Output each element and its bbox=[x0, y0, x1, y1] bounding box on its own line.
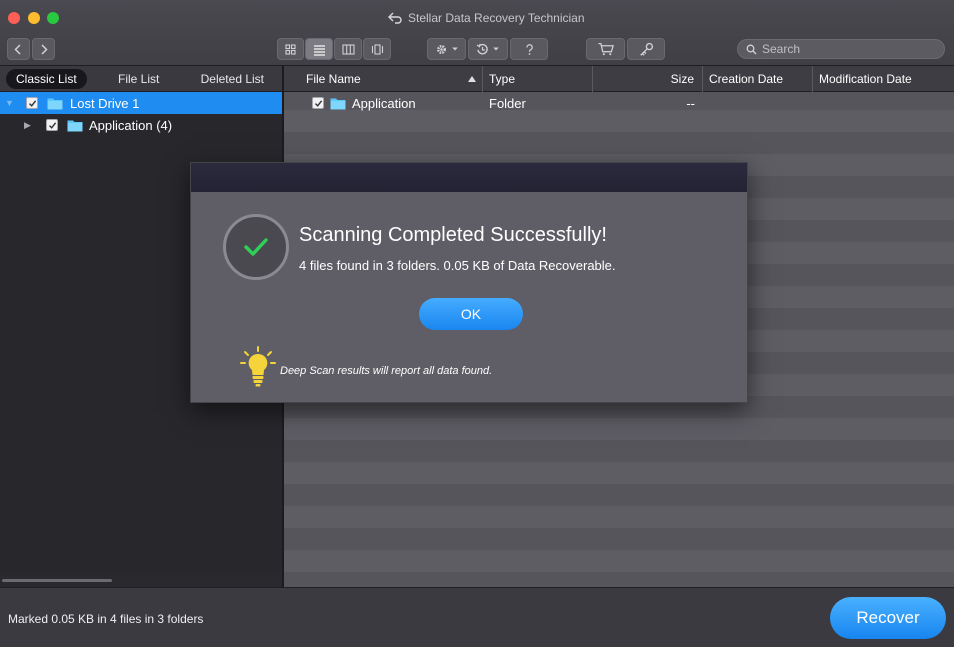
columns-icon bbox=[341, 43, 355, 55]
history-icon bbox=[476, 43, 488, 54]
folder-icon bbox=[47, 98, 63, 109]
forward-button[interactable] bbox=[32, 38, 55, 60]
cart-icon bbox=[597, 42, 614, 56]
folder-icon bbox=[330, 98, 346, 109]
search-icon bbox=[746, 44, 757, 54]
key-icon bbox=[639, 42, 653, 56]
dialog-header bbox=[191, 163, 747, 192]
dialog-tip: Deep Scan results will report all data f… bbox=[280, 365, 493, 377]
tree-item-label: Application (4) bbox=[89, 117, 173, 133]
column-view-button[interactable] bbox=[334, 38, 362, 60]
chevron-down-icon bbox=[451, 47, 458, 51]
activation-button[interactable] bbox=[627, 38, 665, 60]
status-bar: Marked 0.05 KB in 4 files in 3 folders R… bbox=[0, 587, 954, 647]
column-header-modification-date[interactable]: Modification Date bbox=[813, 66, 954, 92]
dialog-message: 4 files found in 3 folders. 0.05 KB of D… bbox=[299, 258, 616, 273]
horizontal-scrollbar[interactable] bbox=[0, 573, 282, 587]
recover-button[interactable]: Recover bbox=[830, 597, 946, 639]
file-name-cell: Application bbox=[352, 95, 416, 111]
size-cell: -- bbox=[686, 95, 695, 111]
minimize-window-button[interactable] bbox=[28, 12, 40, 24]
settings-button[interactable] bbox=[427, 38, 466, 60]
question-icon bbox=[525, 43, 533, 55]
checkmark-icon bbox=[48, 121, 56, 129]
column-header-creation-date[interactable]: Creation Date bbox=[703, 66, 813, 92]
status-text: Marked 0.05 KB in 4 files in 3 folders bbox=[8, 612, 204, 626]
tree-item-label: Lost Drive 1 bbox=[70, 95, 140, 111]
checkbox[interactable] bbox=[46, 119, 58, 131]
tab-file-list[interactable]: File List bbox=[108, 69, 169, 89]
maximize-window-button[interactable] bbox=[47, 12, 59, 24]
search-input[interactable] bbox=[762, 42, 932, 56]
close-window-button[interactable] bbox=[8, 12, 20, 24]
expanded-triangle-icon[interactable]: ▼ bbox=[5, 98, 14, 108]
folder-icon bbox=[67, 120, 83, 131]
dialog-title: Scanning Completed Successfully! bbox=[299, 224, 607, 246]
window-title-text: Stellar Data Recovery Technician bbox=[408, 11, 585, 25]
search-box[interactable] bbox=[737, 39, 945, 59]
column-header-type[interactable]: Type bbox=[483, 66, 593, 92]
chevron-down-icon bbox=[493, 47, 499, 51]
collapsed-triangle-icon[interactable]: ▶ bbox=[24, 120, 33, 130]
chevron-left-icon bbox=[14, 43, 21, 55]
back-arrow-icon bbox=[388, 12, 402, 24]
icon-view-button[interactable] bbox=[277, 38, 304, 60]
column-header-size[interactable]: Size bbox=[593, 66, 703, 92]
help-button[interactable] bbox=[510, 38, 548, 60]
grid-icon bbox=[285, 43, 296, 55]
lightbulb-icon bbox=[240, 346, 276, 387]
toolbar: Stellar Data Recovery Technician bbox=[0, 0, 954, 66]
ok-button[interactable]: OK bbox=[419, 298, 523, 330]
checkbox[interactable] bbox=[312, 97, 324, 109]
view-tabs: Classic List File List Deleted List bbox=[0, 66, 282, 92]
window-title: Stellar Data Recovery Technician bbox=[388, 11, 585, 25]
coverflow-view-button[interactable] bbox=[363, 38, 391, 60]
tab-deleted-list[interactable]: Deleted List bbox=[191, 69, 274, 89]
history-button[interactable] bbox=[468, 38, 508, 60]
scan-complete-dialog: Scanning Completed Successfully! 4 files… bbox=[190, 162, 748, 403]
table-row[interactable]: Application Folder -- bbox=[284, 92, 954, 114]
type-cell: Folder bbox=[489, 95, 526, 111]
success-check-icon bbox=[223, 214, 289, 280]
table-header: File Name Type Size Creation Date Modifi… bbox=[284, 66, 954, 92]
tab-classic-list[interactable]: Classic List bbox=[6, 68, 87, 89]
checkmark-icon bbox=[314, 99, 322, 107]
gear-icon bbox=[436, 44, 446, 54]
list-icon bbox=[313, 44, 325, 56]
column-header-file-name[interactable]: File Name bbox=[284, 66, 483, 92]
checkbox[interactable] bbox=[26, 97, 38, 109]
list-view-button[interactable] bbox=[305, 38, 333, 60]
chevron-right-icon bbox=[41, 43, 48, 55]
cart-button[interactable] bbox=[586, 38, 625, 60]
sort-ascending-icon bbox=[468, 76, 476, 82]
back-button[interactable] bbox=[7, 38, 30, 60]
tree-item-lost-drive[interactable]: ▼ Lost Drive 1 bbox=[0, 92, 282, 114]
checkmark-icon bbox=[28, 99, 36, 107]
coverflow-icon bbox=[371, 43, 383, 55]
tree-item-application[interactable]: ▶ Application (4) bbox=[0, 114, 282, 136]
